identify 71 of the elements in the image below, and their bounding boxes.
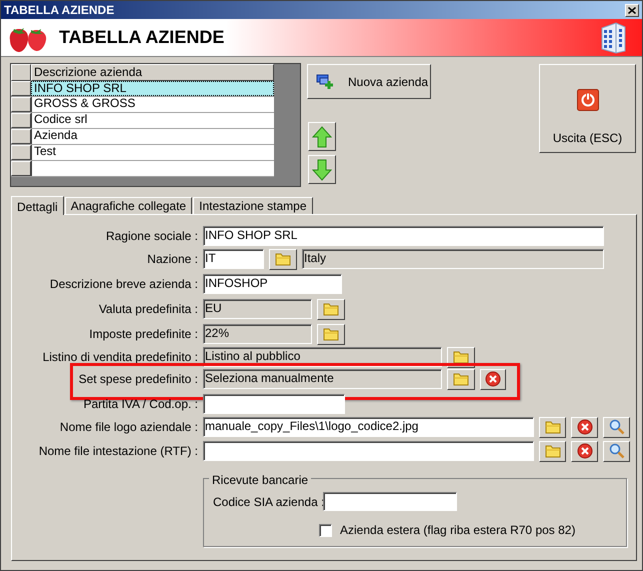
readonly-field[interactable]: Seleziona manualmente (203, 369, 442, 389)
row-header-cell[interactable] (11, 113, 31, 128)
tab[interactable]: Intestazione stampe (193, 197, 313, 214)
input-field[interactable] (203, 394, 345, 414)
row-header-cell[interactable] (11, 145, 31, 160)
field-label: Nome file logo aziendale : (58, 419, 198, 436)
clear-button[interactable] (571, 416, 598, 438)
building-icon (599, 22, 626, 54)
input-field[interactable]: manuale_copy_Files\1\logo_codice2.jpg (203, 417, 534, 437)
field-label: Valuta predefinita : (98, 301, 198, 318)
tab[interactable]: Anagrafiche collegate (64, 197, 192, 214)
close-icon (576, 443, 592, 459)
move-up-button[interactable] (308, 122, 336, 151)
field-label: Set spese predefinito : (78, 371, 198, 388)
input-field[interactable] (323, 492, 457, 511)
close-icon (485, 371, 501, 387)
window-title: TABELLA AZIENDE (4, 4, 114, 16)
tab[interactable]: Dettagli (11, 196, 64, 215)
input-field[interactable]: INFOSHOP (203, 274, 342, 294)
input-field[interactable]: IT (203, 249, 264, 269)
field-label: Ragione sociale : (104, 228, 198, 245)
folder-icon (544, 420, 560, 434)
exit-button[interactable]: Uscita (ESC) (539, 64, 636, 153)
column-header[interactable]: Descrizione azienda (31, 64, 274, 81)
row-header-cell[interactable] (11, 81, 31, 96)
power-icon (576, 89, 598, 111)
folder-icon (275, 252, 291, 266)
folder-icon (544, 444, 560, 458)
field-label: Listino di vendita predefinito : (42, 349, 198, 366)
row-header-cell[interactable] (11, 129, 31, 144)
field-label: Partita IVA / Cod.op. : (82, 396, 198, 413)
readonly-field[interactable]: EU (203, 299, 312, 319)
close-icon (628, 6, 636, 14)
down-arrow-icon (312, 158, 332, 180)
browse-button[interactable] (539, 416, 566, 438)
close-icon (576, 419, 592, 435)
preview-button[interactable] (603, 440, 630, 462)
header-title: TABELLA AZIENDE (59, 26, 224, 49)
field-label: Nazione : (146, 251, 198, 268)
search-icon (608, 419, 624, 435)
input-field[interactable] (203, 441, 534, 461)
readonly-field[interactable]: Italy (302, 249, 604, 269)
move-down-button[interactable] (308, 155, 336, 184)
row-header-cell[interactable] (11, 97, 31, 112)
field-label: Nome file intestazione (RTF) : (38, 443, 198, 460)
field-label: Imposte predefinite : (88, 326, 198, 343)
field-label: Descrizione breve azienda : (48, 276, 198, 293)
browse-button[interactable] (447, 368, 475, 390)
checkbox-label: Azienda estera (flag riba estera R70 pos 82) (340, 522, 576, 539)
input-field[interactable]: INFO SHOP SRL (203, 226, 604, 246)
row-header-cell[interactable] (11, 161, 31, 176)
close-button[interactable] (625, 4, 639, 16)
browse-button[interactable] (317, 324, 345, 344)
clear-button[interactable] (571, 440, 598, 462)
folder-icon (453, 372, 469, 386)
preview-button[interactable] (603, 416, 630, 438)
browse-button[interactable] (269, 248, 297, 270)
search-icon (608, 443, 624, 459)
browse-button[interactable] (317, 298, 345, 320)
folder-icon (323, 302, 339, 316)
readonly-field[interactable]: 22% (203, 324, 312, 344)
browse-button[interactable] (539, 440, 566, 462)
row-header-cell (11, 64, 31, 81)
new-company-button[interactable]: Nuova azienda (307, 64, 431, 99)
windows-plus-icon (316, 74, 334, 90)
folder-icon (453, 350, 469, 364)
up-arrow-icon (312, 126, 332, 148)
table-cell[interactable]: INFO SHOP SRL (31, 81, 274, 96)
clear-button[interactable] (480, 368, 506, 390)
checkbox[interactable] (319, 524, 332, 536)
folder-icon (323, 327, 339, 341)
